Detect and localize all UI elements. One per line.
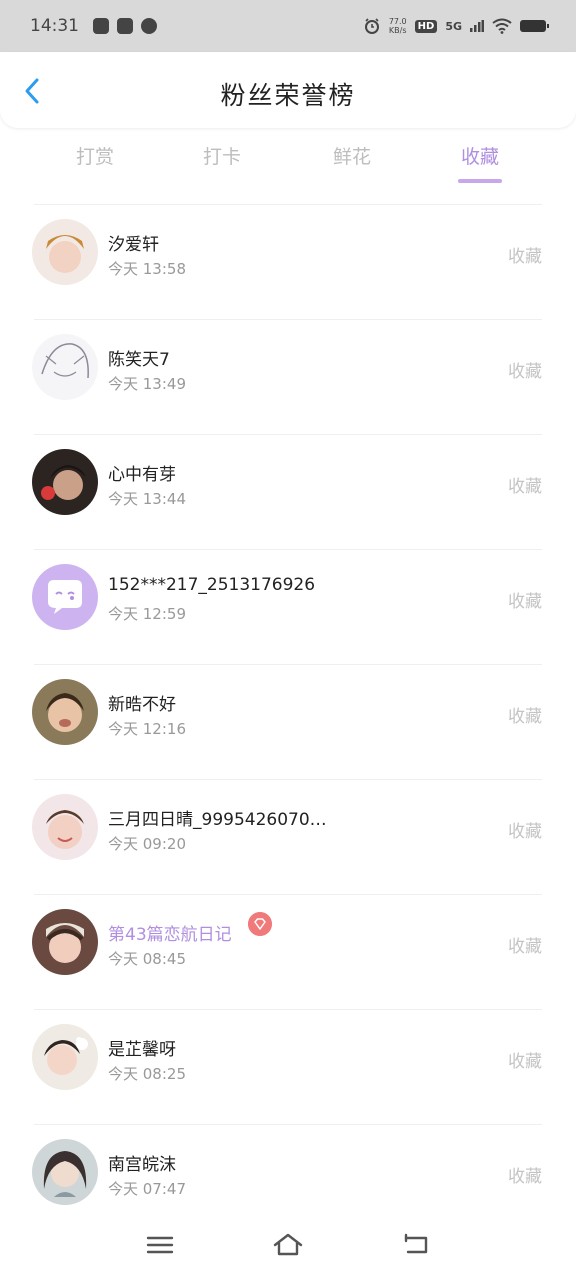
diamond-vip-icon <box>248 912 272 936</box>
status-time: 14:31 <box>30 16 79 36</box>
avatar[interactable] <box>32 1024 98 1090</box>
favorite-time: 今天 13:58 <box>108 260 186 278</box>
favorite-time: 今天 12:16 <box>108 720 186 738</box>
avatar[interactable] <box>32 334 98 400</box>
favorite-time: 今天 13:44 <box>108 490 186 508</box>
divider <box>34 204 542 205</box>
avatar[interactable] <box>32 679 98 745</box>
tab-bar: 打赏 打卡 鲜花 收藏 <box>0 134 576 190</box>
user-name: 心中有芽 <box>108 465 176 485</box>
action-label: 收藏 <box>508 247 542 267</box>
favorite-time: 今天 08:25 <box>108 1065 186 1083</box>
action-label: 收藏 <box>508 477 542 497</box>
network-type: 5G <box>445 19 462 33</box>
favorite-time: 今天 08:45 <box>108 950 186 968</box>
favorite-time: 今天 07:47 <box>108 1180 186 1198</box>
notification-app-icon <box>117 18 133 34</box>
action-label: 收藏 <box>508 707 542 727</box>
favorite-time: 今天 12:59 <box>108 605 186 623</box>
hd-badge: HD <box>414 19 438 33</box>
active-tab-indicator <box>458 179 502 183</box>
user-name: 新晧不好 <box>108 695 176 715</box>
divider <box>34 779 542 780</box>
home-icon[interactable] <box>272 1230 304 1260</box>
user-name: 三月四日晴_9995426070… <box>108 810 327 830</box>
notification-app-icon <box>93 18 109 34</box>
action-label: 收藏 <box>508 1052 542 1072</box>
tab-flowers[interactable]: 鲜花 <box>302 142 402 169</box>
alarm-icon <box>364 18 379 34</box>
list-item[interactable]: 是芷馨呀 今天 08:25 收藏 <box>0 1009 576 1124</box>
user-name: 陈笑天7 <box>108 350 170 370</box>
notification-app-icon <box>141 18 157 34</box>
avatar[interactable] <box>32 1139 98 1205</box>
user-name: 第43篇恋航日记 <box>108 925 232 945</box>
list-item[interactable]: 心中有芽 今天 13:44 收藏 <box>0 434 576 549</box>
divider <box>34 1009 542 1010</box>
action-label: 收藏 <box>508 362 542 382</box>
list-item[interactable]: 新晧不好 今天 12:16 收藏 <box>0 664 576 779</box>
battery-icon <box>520 20 549 32</box>
network-speed-unit: KB/s <box>388 26 407 35</box>
back-icon[interactable] <box>400 1230 432 1260</box>
wifi-icon <box>492 18 512 34</box>
fans-list: 汐爱轩 今天 13:58 收藏 陈笑天7 今天 13:49 收藏 心中有芽 今天… <box>0 204 576 1239</box>
system-nav-bar <box>0 1218 576 1280</box>
network-speed: 77.0 KB/s <box>389 17 407 35</box>
divider <box>34 549 542 550</box>
list-item[interactable]: 第43篇恋航日记 今天 08:45 收藏 <box>0 894 576 1009</box>
tab-favorites[interactable]: 收藏 <box>430 142 530 169</box>
divider <box>34 1124 542 1125</box>
divider <box>34 319 542 320</box>
status-indicators: 77.0 KB/s HD 5G <box>363 17 549 35</box>
page-title: 粉丝荣誉榜 <box>220 81 356 110</box>
signal-icon <box>470 20 484 32</box>
user-name: 152***217_2513176926 <box>108 575 316 595</box>
list-item[interactable]: 陈笑天7 今天 13:49 收藏 <box>0 319 576 434</box>
avatar[interactable] <box>32 909 98 975</box>
avatar[interactable] <box>32 794 98 860</box>
divider <box>34 434 542 435</box>
network-speed-value: 77.0 <box>388 17 407 26</box>
list-item[interactable]: 三月四日晴_9995426070… 今天 09:20 收藏 <box>0 779 576 894</box>
avatar[interactable] <box>32 564 98 630</box>
divider <box>34 664 542 665</box>
action-label: 收藏 <box>508 1167 542 1187</box>
user-name: 南宫皖沫 <box>108 1155 176 1175</box>
user-name: 汐爱轩 <box>108 235 159 255</box>
action-label: 收藏 <box>508 937 542 957</box>
header: 粉丝荣誉榜 <box>0 52 576 128</box>
favorite-time: 今天 13:49 <box>108 375 186 393</box>
action-label: 收藏 <box>508 592 542 612</box>
list-item[interactable]: 152***217_2513176926 今天 12:59 收藏 <box>0 549 576 664</box>
tab-reward[interactable]: 打赏 <box>45 142 145 169</box>
action-label: 收藏 <box>508 822 542 842</box>
favorite-time: 今天 09:20 <box>108 835 186 853</box>
avatar[interactable] <box>32 449 98 515</box>
tab-checkin[interactable]: 打卡 <box>172 142 272 169</box>
avatar[interactable] <box>32 219 98 285</box>
user-name: 是芷馨呀 <box>108 1040 176 1060</box>
divider <box>34 894 542 895</box>
menu-icon[interactable] <box>144 1230 176 1260</box>
status-bar: 14:31 77.0 KB/s HD 5G <box>0 0 576 52</box>
list-item[interactable]: 汐爱轩 今天 13:58 收藏 <box>0 204 576 319</box>
